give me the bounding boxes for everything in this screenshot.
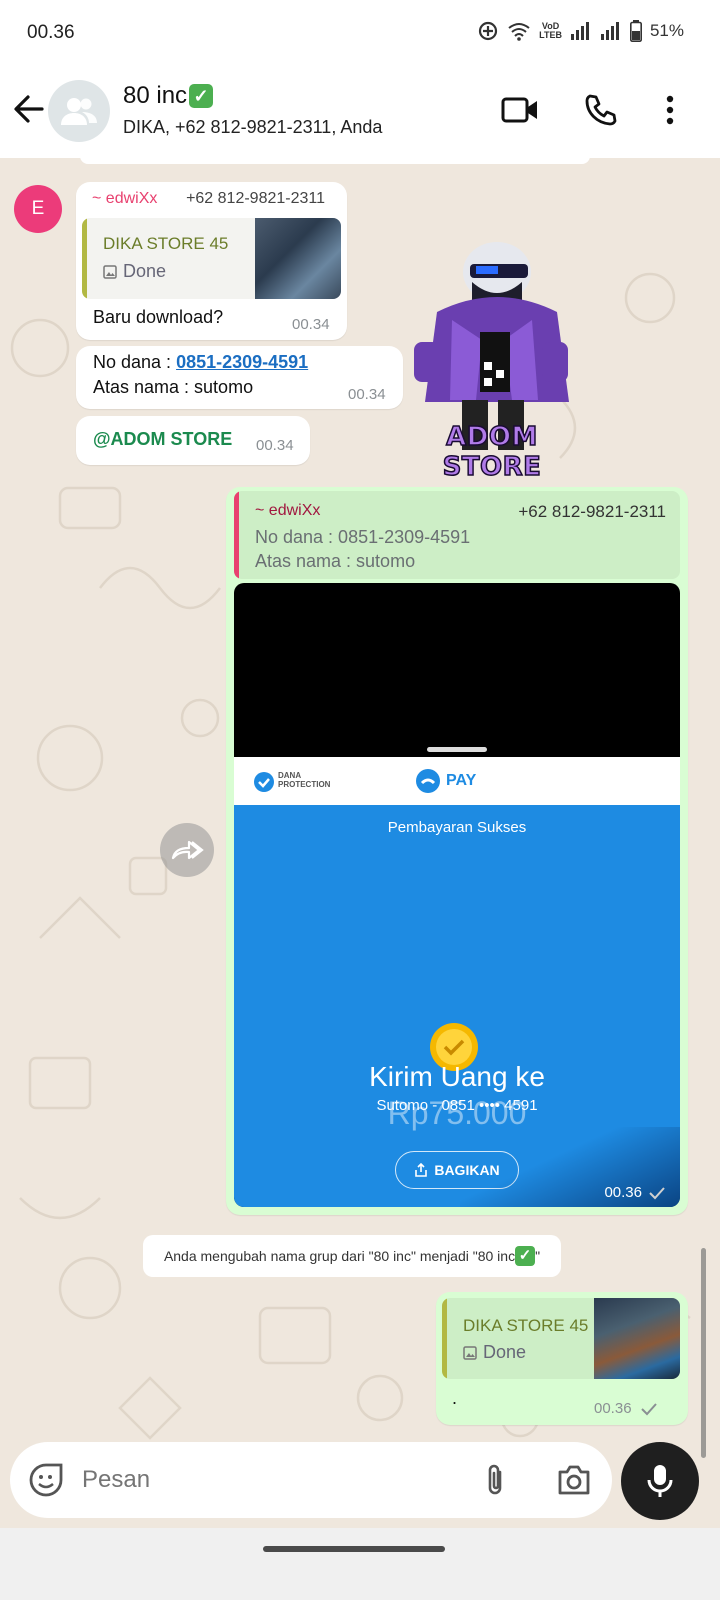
- quote-line2: Atas nama : sutomo: [255, 551, 416, 571]
- arrow-left-icon: [14, 95, 44, 123]
- message-time: 00.34: [348, 386, 386, 403]
- message-composer[interactable]: [10, 1442, 612, 1518]
- volte-indicator: VoD LTEB: [539, 21, 562, 40]
- message-text: Baru download?: [93, 307, 224, 327]
- sender-avatar[interactable]: E: [14, 185, 62, 233]
- battery-icon: [629, 20, 642, 42]
- sender-row: ~ edwiXx +62 812-9821-2311: [92, 190, 325, 208]
- group-avatar[interactable]: [48, 80, 110, 142]
- sent-check-icon: [640, 1402, 657, 1415]
- phone-icon: [585, 94, 617, 126]
- quote-sender: ~ edwiXx: [255, 502, 321, 519]
- pay-label: PAY: [446, 772, 477, 789]
- data-saver-icon: [479, 21, 498, 41]
- quoted-message[interactable]: DIKA STORE 45 Done: [442, 1298, 680, 1379]
- quote-accent-bar: [234, 491, 239, 579]
- message-bubble-incoming[interactable]: ~ edwiXx +62 812-9821-2311 DIKA STORE 45…: [76, 182, 347, 340]
- wifi-icon: [508, 23, 530, 41]
- mention-text[interactable]: @ADOM STORE: [93, 426, 232, 452]
- message-time: 00.36: [594, 1400, 632, 1417]
- payment-success-panel: Pembayaran Sukses Kirim Uang ke Sutomo -…: [234, 805, 680, 1207]
- video-call-button[interactable]: [500, 90, 540, 130]
- sender-name[interactable]: ~ edwiXx: [92, 190, 157, 208]
- sticker-emoji-icon[interactable]: [28, 1462, 64, 1498]
- sender-phone: +62 812-9821-2311: [186, 190, 325, 207]
- more-options-button[interactable]: [650, 90, 690, 130]
- chat-area[interactable]: E ~ edwiXx +62 812-9821-2311 DIKA STORE …: [0, 158, 720, 1458]
- chat-title-text: 80 inc: [123, 82, 188, 109]
- video-camera-icon: [501, 97, 537, 123]
- quote-subtitle: Done: [103, 261, 166, 282]
- quote-title: DIKA STORE 45: [103, 234, 229, 253]
- payment-headline: Kirim Uang ke: [369, 1061, 545, 1092]
- voice-call-button[interactable]: [580, 90, 620, 130]
- message-bubble-outgoing[interactable]: DIKA STORE 45 Done . 00.36: [436, 1292, 688, 1425]
- dana-pay-logo-icon: [416, 769, 440, 793]
- share-icon: [415, 1163, 428, 1177]
- quote-line1: No dana : 0851-2309-4591: [255, 527, 471, 547]
- attach-paperclip-icon[interactable]: [483, 1462, 509, 1498]
- sent-check-icon: [649, 1186, 665, 1199]
- dana-header: DANA PROTECTION PAY: [234, 757, 680, 805]
- image-time: 00.36: [604, 1184, 666, 1201]
- status-time: 00.36: [27, 22, 75, 43]
- dana-protection-label: DANA PROTECTION: [278, 771, 331, 789]
- quote-subtitle: Done: [463, 1342, 526, 1363]
- quote-title: DIKA STORE 45: [463, 1316, 589, 1335]
- message-time: 00.34: [292, 316, 330, 333]
- group-icon: [61, 98, 97, 125]
- message-text: .: [452, 1388, 458, 1408]
- check-mark-emoji-icon: ✓: [515, 1246, 536, 1266]
- image-attachment[interactable]: DANA PROTECTION PAY Pembayaran Sukses Kir…: [234, 583, 680, 1207]
- quote-accent-bar: [82, 218, 87, 299]
- chat-header: 80 inc ✓ DIKA, +62 812-9821-2311, Anda: [0, 64, 720, 158]
- status-bar: 00.36 VoD LTEB 51%: [0, 0, 720, 64]
- image-icon: [463, 1345, 477, 1360]
- message-time: 00.34: [256, 437, 294, 454]
- character-sticker-image: [414, 242, 569, 450]
- image-handle-bar: [427, 747, 487, 752]
- signal-icon-2: [600, 22, 619, 40]
- quoted-message[interactable]: ~ edwiXx +62 812-9821-2311 No dana : 085…: [234, 491, 680, 579]
- chat-scrollbar[interactable]: [701, 1248, 706, 1458]
- sticker-label: ADOM STORE: [442, 421, 542, 483]
- forward-button[interactable]: [160, 823, 214, 877]
- message-meta: 00.36: [594, 1400, 658, 1417]
- image-icon: [103, 264, 117, 279]
- message-input[interactable]: [82, 1462, 462, 1498]
- dana-protection-logo-icon: [254, 772, 274, 792]
- voice-message-button[interactable]: [621, 1442, 699, 1520]
- message-bubble-incoming[interactable]: @ADOM STORE 00.34: [76, 416, 310, 465]
- camera-icon[interactable]: [556, 1464, 592, 1496]
- system-message: Anda mengubah nama grup dari "80 inc" me…: [143, 1235, 561, 1277]
- payment-status: Pembayaran Sukses: [387, 819, 527, 836]
- battery-percent: 51%: [649, 21, 684, 40]
- check-mark-emoji-icon: ✓: [189, 84, 214, 108]
- signal-icon: [570, 22, 589, 40]
- home-gesture-handle[interactable]: [263, 1546, 445, 1552]
- status-icons: VoD LTEB 51%: [477, 20, 684, 42]
- kebab-menu-icon: [666, 95, 674, 125]
- quote-thumbnail: [255, 218, 341, 299]
- forward-arrow-icon: [171, 840, 204, 860]
- message-bubble-incoming[interactable]: No dana : 0851-2309-4591 Atas nama : sut…: [76, 346, 403, 409]
- microphone-icon: [647, 1465, 673, 1497]
- phone-link[interactable]: 0851-2309-4591: [176, 352, 308, 372]
- quote-phone: +62 812-9821-2311: [518, 502, 666, 521]
- previous-message-edge: [80, 158, 590, 164]
- sticker-message[interactable]: ADOM STORE: [392, 232, 592, 483]
- chat-participants[interactable]: DIKA, +62 812-9821-2311, Anda: [123, 117, 382, 138]
- system-navigation-bar: [0, 1528, 720, 1600]
- quote-thumbnail: [594, 1298, 680, 1379]
- back-button[interactable]: [12, 89, 48, 129]
- message-text-line2: Atas nama : sutomo: [93, 377, 254, 397]
- chat-title[interactable]: 80 inc ✓: [123, 82, 214, 110]
- message-bubble-outgoing[interactable]: ~ edwiXx +62 812-9821-2311 No dana : 085…: [226, 487, 688, 1215]
- quote-accent-bar: [442, 1298, 447, 1379]
- message-text: No dana : 0851-2309-4591: [93, 352, 309, 372]
- quoted-message[interactable]: DIKA STORE 45 Done: [82, 218, 341, 299]
